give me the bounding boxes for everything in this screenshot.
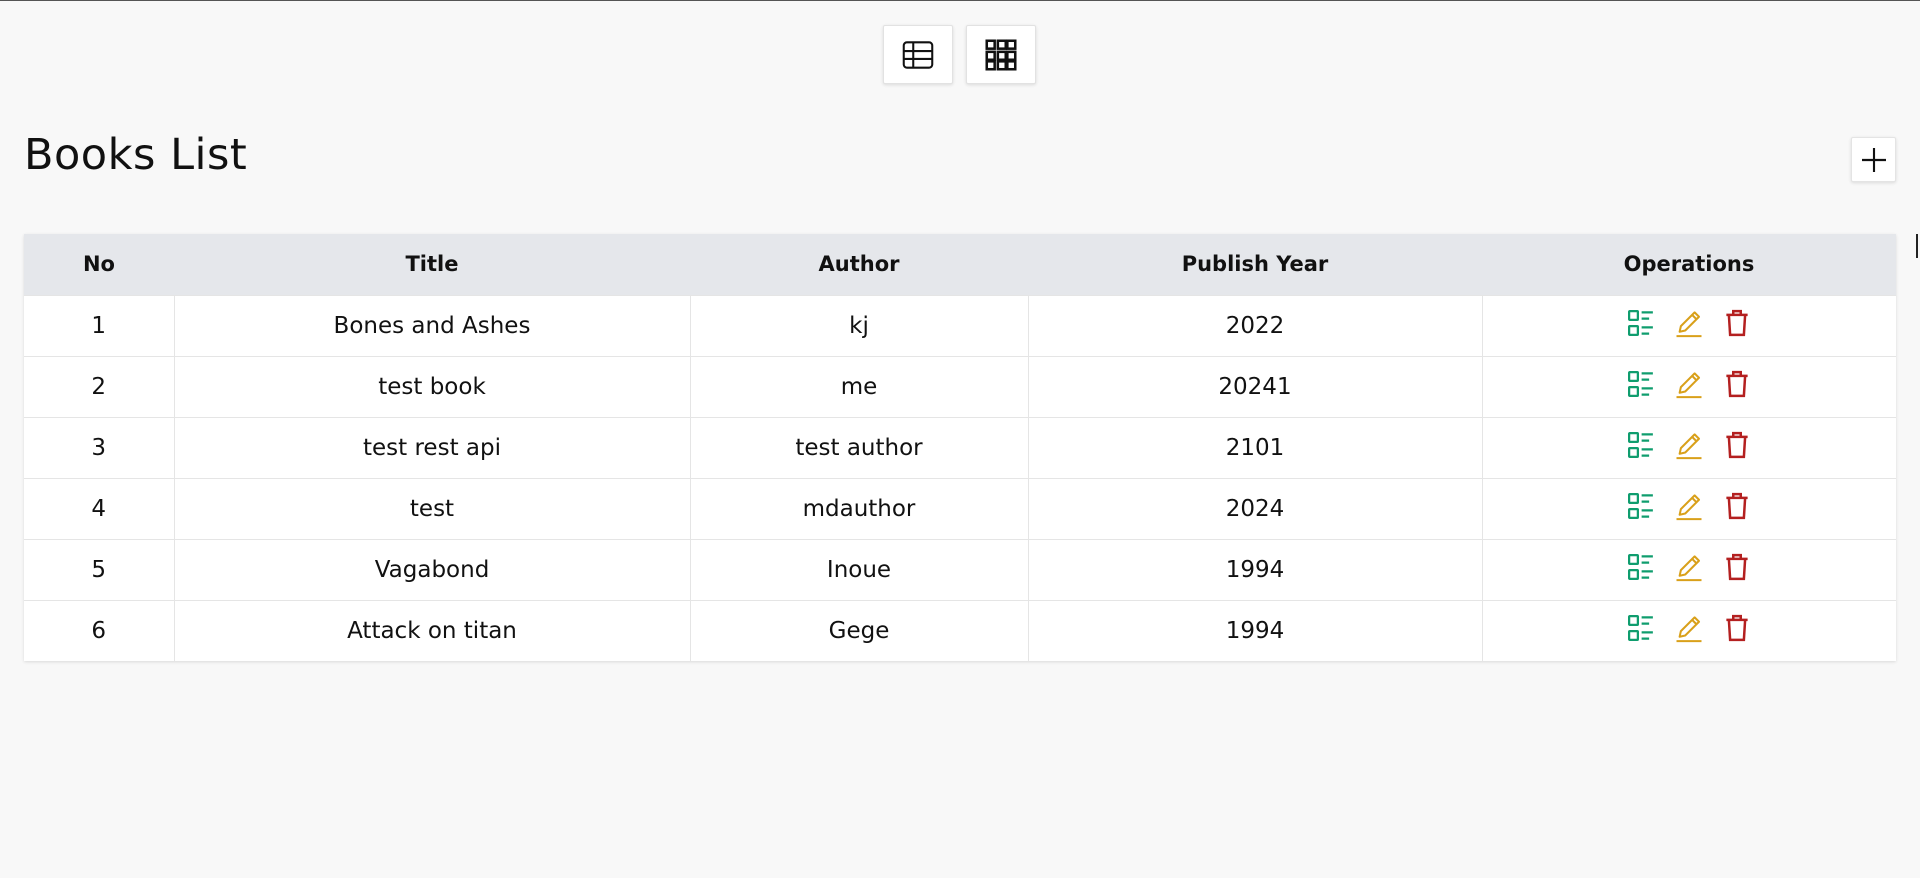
delete-icon[interactable] <box>1722 491 1752 521</box>
operations-group <box>1626 308 1752 338</box>
cell-no: 1 <box>24 294 174 356</box>
table-row: 4 test mdauthor 2024 <box>24 477 1896 539</box>
cell-title: Bones and Ashes <box>173 294 690 356</box>
add-book-button[interactable] <box>1851 137 1896 182</box>
cell-publish-year: 2101 <box>1027 416 1482 478</box>
table-row: 2 test book me 20241 <box>24 355 1896 417</box>
details-icon[interactable] <box>1626 430 1656 460</box>
cell-no: 6 <box>24 599 174 661</box>
cell-operations <box>1481 599 1896 661</box>
edit-icon[interactable] <box>1674 430 1704 460</box>
operations-group <box>1626 369 1752 399</box>
books-table: No Title Author Publish Year Operations … <box>24 234 1896 661</box>
table-row: 6 Attack on titan Gege 1994 <box>24 599 1896 661</box>
delete-icon[interactable] <box>1722 308 1752 338</box>
cell-operations <box>1481 294 1896 356</box>
cell-publish-year: 2024 <box>1027 477 1482 539</box>
delete-icon[interactable] <box>1722 430 1752 460</box>
cell-title: Attack on titan <box>173 599 690 661</box>
header-title: Title <box>405 252 459 277</box>
operations-group <box>1626 613 1752 643</box>
edit-icon[interactable] <box>1674 552 1704 582</box>
table-row: 1 Bones and Ashes kj 2022 <box>24 294 1896 356</box>
delete-icon[interactable] <box>1722 369 1752 399</box>
text-cursor <box>1916 234 1918 258</box>
cell-no: 5 <box>24 538 174 600</box>
details-icon[interactable] <box>1626 613 1656 643</box>
edit-icon[interactable] <box>1674 613 1704 643</box>
cell-title: Vagabond <box>173 538 690 600</box>
cell-author: test author <box>689 416 1028 478</box>
cell-operations <box>1481 477 1896 539</box>
card-view-button[interactable] <box>966 25 1036 84</box>
grid-icon <box>985 38 1017 71</box>
cell-operations <box>1481 416 1896 478</box>
details-icon[interactable] <box>1626 552 1656 582</box>
cell-author: mdauthor <box>689 477 1028 539</box>
edit-icon[interactable] <box>1674 369 1704 399</box>
header-author: Author <box>818 252 900 277</box>
edit-icon[interactable] <box>1674 491 1704 521</box>
operations-group <box>1626 430 1752 460</box>
header-publish-year: Publish Year <box>1181 252 1329 277</box>
cell-operations <box>1481 355 1896 417</box>
cell-no: 3 <box>24 416 174 478</box>
edit-icon[interactable] <box>1674 308 1704 338</box>
view-toggle <box>883 25 1036 84</box>
table-row: 5 Vagabond Inoue 1994 <box>24 538 1896 600</box>
cell-publish-year: 1994 <box>1027 538 1482 600</box>
details-icon[interactable] <box>1626 369 1656 399</box>
top-border <box>0 0 1920 1</box>
delete-icon[interactable] <box>1722 552 1752 582</box>
details-icon[interactable] <box>1626 308 1656 338</box>
cell-author: kj <box>689 294 1028 356</box>
cell-author: Gege <box>689 599 1028 661</box>
page-title: Books List <box>24 130 248 180</box>
plus-icon <box>1861 147 1886 172</box>
cell-no: 4 <box>24 477 174 539</box>
cell-author: Inoue <box>689 538 1028 600</box>
table-view-button[interactable] <box>883 25 953 84</box>
cell-title: test <box>173 477 690 539</box>
header-operations: Operations <box>1623 252 1755 277</box>
cell-author: me <box>689 355 1028 417</box>
cell-no: 2 <box>24 355 174 417</box>
cell-title: test book <box>173 355 690 417</box>
table-row: 3 test rest api test author 2101 <box>24 416 1896 478</box>
table-icon <box>902 40 934 69</box>
table-header-row: No Title Author Publish Year Operations <box>24 234 1896 295</box>
cell-operations <box>1481 538 1896 600</box>
cell-publish-year: 2022 <box>1027 294 1482 356</box>
cell-publish-year: 1994 <box>1027 599 1482 661</box>
cell-title: test rest api <box>173 416 690 478</box>
cell-publish-year: 20241 <box>1027 355 1482 417</box>
operations-group <box>1626 491 1752 521</box>
operations-group <box>1626 552 1752 582</box>
delete-icon[interactable] <box>1722 613 1752 643</box>
header-no: No <box>82 252 115 277</box>
details-icon[interactable] <box>1626 491 1656 521</box>
